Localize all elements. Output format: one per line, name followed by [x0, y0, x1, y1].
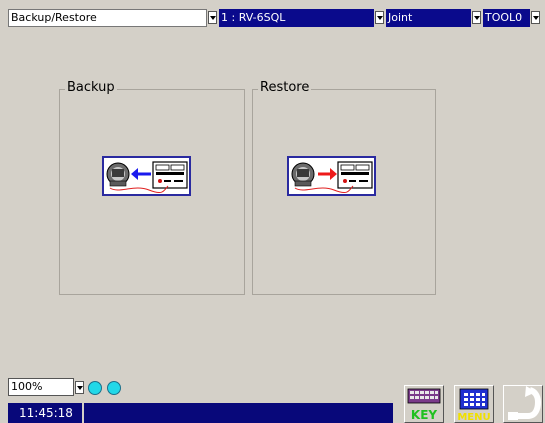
menu-button[interactable]: MENU	[454, 385, 494, 423]
chevron-down-icon[interactable]	[472, 11, 481, 24]
status-lamp-2	[107, 381, 121, 395]
controller-to-pc-backup-icon	[106, 161, 188, 193]
zoom-select[interactable]: 100%	[8, 378, 84, 396]
status-bar: 11:45:18	[8, 403, 393, 423]
jog-mode-select[interactable]: Joint	[386, 9, 481, 27]
backup-button[interactable]	[102, 156, 191, 196]
pc-to-controller-restore-icon	[291, 161, 373, 193]
tool-select[interactable]: TOOL0	[483, 9, 540, 27]
menu-button-label: MENU	[457, 412, 490, 422]
tool-select-value: TOOL0	[483, 9, 530, 27]
restore-button[interactable]	[287, 156, 376, 196]
chevron-down-icon[interactable]	[375, 11, 384, 24]
backup-group: Backup	[59, 80, 245, 295]
restore-group-title: Restore	[258, 80, 312, 96]
back-button[interactable]	[503, 385, 543, 423]
clock: 11:45:18	[8, 403, 84, 423]
chevron-down-icon[interactable]	[75, 381, 84, 394]
backup-group-title: Backup	[65, 80, 117, 96]
chevron-down-icon[interactable]	[531, 11, 540, 24]
robot-select-value: 1 : RV-6SQL	[219, 9, 374, 27]
keyboard-icon: KEY	[407, 388, 441, 422]
status-lamp-1	[88, 381, 102, 395]
restore-group: Restore	[252, 80, 436, 295]
jog-mode-select-value: Joint	[386, 9, 471, 27]
robot-select[interactable]: 1 : RV-6SQL	[219, 9, 384, 27]
menu-icon: MENU	[457, 388, 491, 422]
key-button-label: KEY	[411, 408, 437, 422]
function-select-value: Backup/Restore	[8, 9, 207, 27]
return-arrow-icon	[508, 386, 542, 420]
chevron-down-icon[interactable]	[208, 11, 217, 24]
key-button[interactable]: KEY	[404, 385, 444, 423]
function-select[interactable]: Backup/Restore	[8, 9, 217, 27]
zoom-select-value: 100%	[8, 378, 74, 396]
